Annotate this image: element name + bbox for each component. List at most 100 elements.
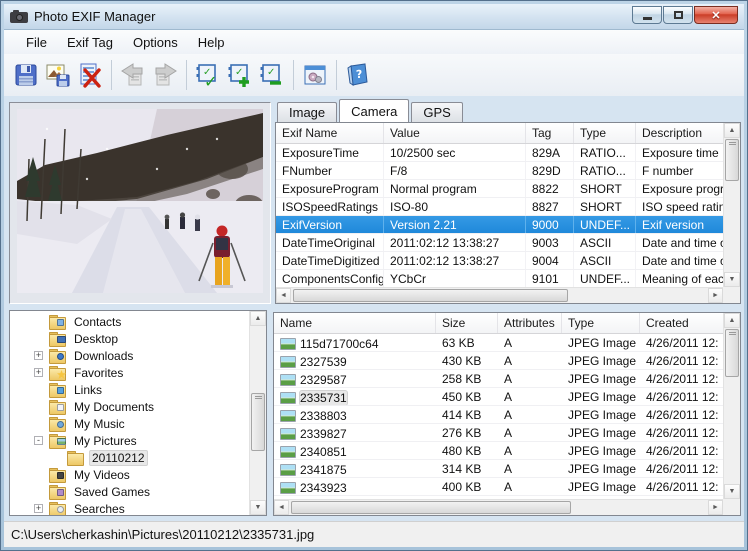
exif-table-row[interactable]: ISOSpeedRatings ISO-80 8827 SHORT ISO sp… [276, 198, 723, 216]
file-type-cell: JPEG Image [562, 424, 640, 441]
tree-item[interactable]: Saved Games [10, 483, 249, 500]
file-row[interactable]: 2329587 258 KB A JPEG Image 4/26/2011 12… [274, 370, 723, 388]
tree-item[interactable]: + Downloads [10, 347, 249, 364]
file-row[interactable]: 2335731 450 KB A JPEG Image 4/26/2011 12… [274, 388, 723, 406]
column-header-exif-name[interactable]: Exif Name [276, 123, 384, 143]
column-header-type[interactable]: Type [562, 313, 640, 333]
tree-expander[interactable]: + [34, 351, 43, 360]
exif-table-row[interactable]: ExposureProgram Normal program 8822 SHOR… [276, 180, 723, 198]
scroll-up-icon[interactable]: ▲ [250, 311, 266, 326]
scroll-down-icon[interactable]: ▼ [724, 272, 740, 287]
file-row[interactable]: 2340851 480 KB A JPEG Image 4/26/2011 12… [274, 442, 723, 460]
file-row[interactable]: 115d71700c64 63 KB A JPEG Image 4/26/201… [274, 334, 723, 352]
column-header-description[interactable]: Description [636, 123, 723, 143]
menu-options[interactable]: Options [123, 32, 188, 53]
file-row[interactable]: 2341875 314 KB A JPEG Image 4/26/2011 12… [274, 460, 723, 478]
tree-item[interactable]: - My Pictures [10, 432, 249, 449]
scroll-left-icon[interactable]: ◄ [274, 500, 289, 515]
title-bar[interactable]: Photo EXIF Manager ✕ [4, 4, 744, 30]
column-header-attributes[interactable]: Attributes [498, 313, 562, 333]
exif-table-row[interactable]: ExifVersion Version 2.21 9000 UNDEF... E… [276, 216, 723, 234]
tree-item[interactable]: My Music [10, 415, 249, 432]
tree-item[interactable]: My Documents [10, 398, 249, 415]
scroll-up-icon[interactable]: ▲ [724, 123, 740, 138]
tree-item[interactable]: Links [10, 381, 249, 398]
exif-vertical-scrollbar[interactable]: ▲ ▼ [723, 123, 740, 287]
scroll-down-icon[interactable]: ▼ [250, 500, 266, 515]
close-button[interactable]: ✕ [694, 6, 738, 24]
file-name-cell: 115d71700c64 [274, 334, 436, 351]
exif-value-cell: YCbCr [384, 270, 526, 287]
exif-table-row[interactable]: ExposureTime 10/2500 sec 829A RATIO... E… [276, 144, 723, 162]
file-name-cell: 2339827 [274, 424, 436, 441]
tree-expander[interactable]: + [34, 368, 43, 377]
tree-item[interactable]: My Videos [10, 466, 249, 483]
menu-file[interactable]: File [16, 32, 57, 53]
exif-table-row[interactable]: ComponentsConfig... YCbCr 9101 UNDEF... … [276, 270, 723, 288]
tree-item[interactable]: Contacts [10, 313, 249, 330]
options-button[interactable] [299, 58, 331, 92]
column-header-tag[interactable]: Tag [526, 123, 574, 143]
file-row[interactable]: 2327539 430 KB A JPEG Image 4/26/2011 12… [274, 352, 723, 370]
help-button[interactable]: ? [342, 58, 374, 92]
jpeg-thumbnail-icon [280, 482, 296, 494]
save-button[interactable] [10, 58, 42, 92]
scroll-down-icon[interactable]: ▼ [724, 484, 740, 499]
file-attributes-cell: A [498, 424, 562, 441]
file-row[interactable]: 2338803 414 KB A JPEG Image 4/26/2011 12… [274, 406, 723, 424]
menu-exif-tag[interactable]: Exif Tag [57, 32, 123, 53]
file-created-cell: 4/26/2011 12: [640, 352, 723, 369]
scroll-up-icon[interactable]: ▲ [724, 313, 740, 328]
scrollbar-thumb[interactable] [725, 329, 739, 377]
tree-item-label: 20110212 [89, 450, 148, 466]
file-created-cell: 4/26/2011 12: [640, 406, 723, 423]
exif-table-row[interactable]: FNumber F/8 829D RATIO... F number [276, 162, 723, 180]
delete-list-button[interactable] [74, 58, 106, 92]
toolbar-separator [293, 60, 294, 90]
scrollbar-thumb[interactable] [293, 289, 568, 302]
scrollbar-thumb[interactable] [291, 501, 571, 514]
add-tag-button[interactable]: ✓ [224, 58, 256, 92]
file-horizontal-scrollbar[interactable]: ◄ ► [274, 499, 723, 515]
tab-gps[interactable]: GPS [411, 102, 462, 122]
jpeg-thumbnail-icon [280, 410, 296, 422]
file-row[interactable]: 2343923 400 KB A JPEG Image 4/26/2011 12… [274, 478, 723, 496]
exif-horizontal-scrollbar[interactable]: ◄ ► [276, 287, 723, 303]
remove-tag-button[interactable]: ✓ [256, 58, 288, 92]
exif-value-cell: F/8 [384, 162, 526, 179]
menu-help[interactable]: Help [188, 32, 235, 53]
save-image-button[interactable] [42, 58, 74, 92]
scroll-left-icon[interactable]: ◄ [276, 288, 291, 303]
scroll-right-icon[interactable]: ► [708, 288, 723, 303]
column-header-name[interactable]: Name [274, 313, 436, 333]
maximize-button[interactable] [663, 6, 693, 24]
file-row[interactable]: 2339827 276 KB A JPEG Image 4/26/2011 12… [274, 424, 723, 442]
tree-item[interactable]: 20110212 [10, 449, 249, 466]
scrollbar-thumb[interactable] [251, 393, 265, 451]
column-header-created[interactable]: Created [640, 313, 723, 333]
minimize-button[interactable] [632, 6, 662, 24]
exif-table-row[interactable]: DateTimeOriginal 2011:02:12 13:38:27 900… [276, 234, 723, 252]
scroll-right-icon[interactable]: ► [708, 500, 723, 515]
tree-vertical-scrollbar[interactable]: ▲ ▼ [249, 311, 266, 515]
folder-icon [49, 485, 66, 498]
column-header-value[interactable]: Value [384, 123, 526, 143]
tab-camera[interactable]: Camera [339, 99, 409, 122]
exif-table-row[interactable]: DateTimeDigitized 2011:02:12 13:38:27 90… [276, 252, 723, 270]
tree-expander[interactable]: - [34, 436, 43, 445]
tree-item-label: Contacts [71, 314, 124, 330]
save-image-icon [45, 62, 71, 88]
exif-type-cell: ASCII [574, 234, 636, 251]
scrollbar-thumb[interactable] [725, 139, 739, 181]
apply-tags-button[interactable]: ✓✓ [192, 58, 224, 92]
tab-image[interactable]: Image [277, 102, 337, 122]
tree-expander[interactable]: + [34, 504, 43, 513]
tree-item[interactable]: + Searches [10, 500, 249, 516]
tree-item[interactable]: Desktop [10, 330, 249, 347]
file-created-cell: 4/26/2011 12: [640, 370, 723, 387]
tree-item[interactable]: + Favorites [10, 364, 249, 381]
column-header-size[interactable]: Size [436, 313, 498, 333]
tree-item-label: Favorites [71, 365, 126, 381]
file-vertical-scrollbar[interactable]: ▲ ▼ [723, 313, 740, 499]
column-header-type[interactable]: Type [574, 123, 636, 143]
